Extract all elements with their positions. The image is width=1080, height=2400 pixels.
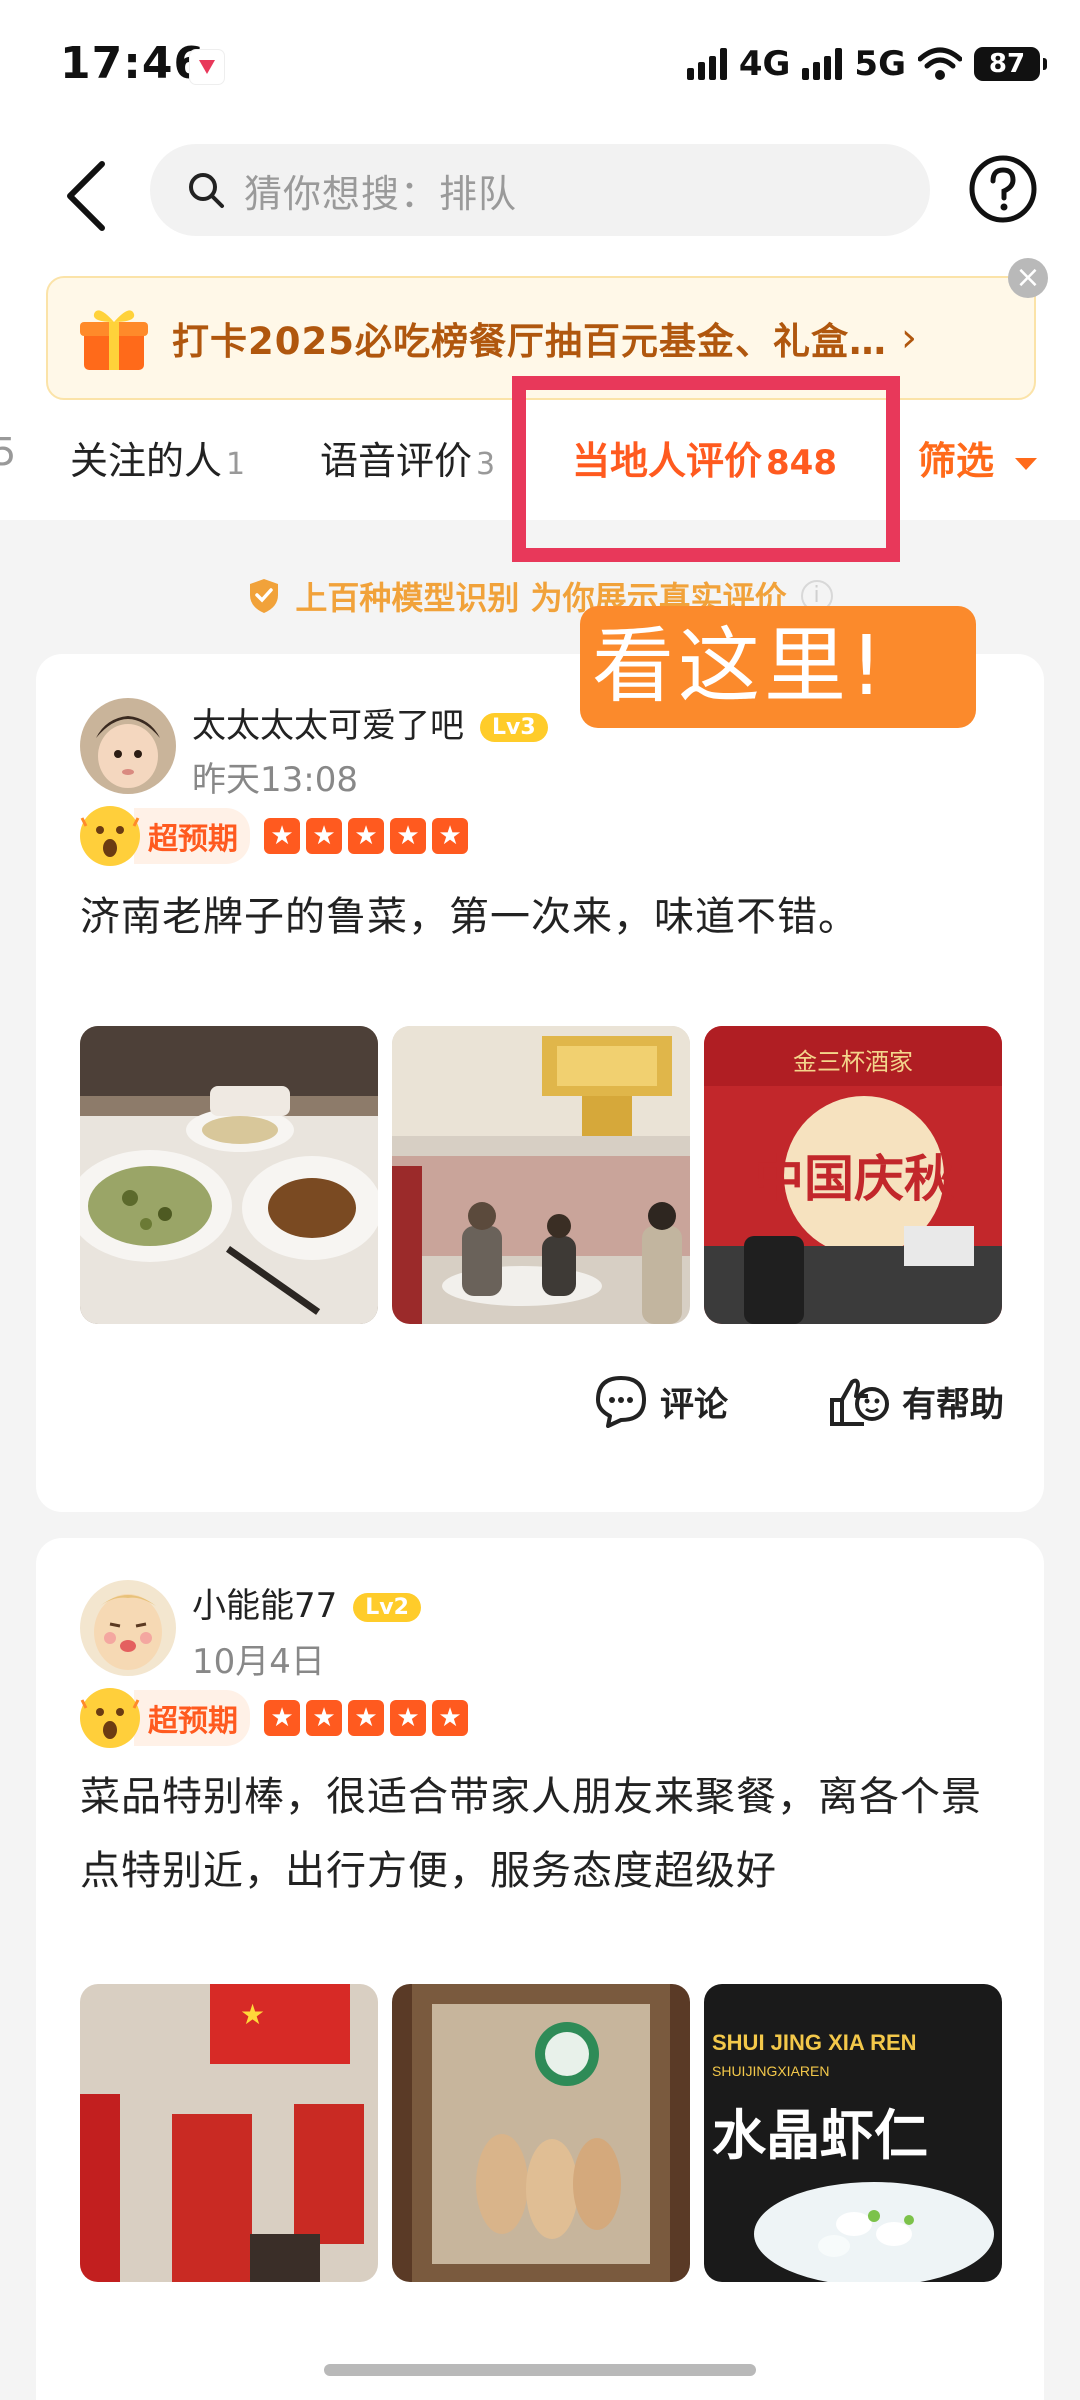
tab-label: 语音评价	[320, 439, 473, 483]
rating-row: 超预期 ★ ★ ★ ★ ★	[80, 1688, 468, 1748]
review-photo-banner[interactable]: 金三杯酒家 中国庆秋	[704, 1026, 1002, 1324]
username[interactable]: 太太太太可爱了吧 Lv3	[192, 698, 548, 747]
poster-dish-name: 水晶虾仁	[712, 2106, 928, 2166]
review-photo-wall[interactable]: ★	[80, 1984, 378, 2282]
star-icon: ★	[264, 818, 300, 854]
battery-level: 87	[988, 49, 1026, 79]
username[interactable]: 小能能77 Lv2	[192, 1578, 421, 1627]
network-5g: 5G	[854, 44, 906, 84]
promo-close-button[interactable]: ×	[1008, 258, 1048, 298]
review-photo-food[interactable]	[80, 1026, 378, 1324]
avatar[interactable]	[80, 1580, 176, 1676]
review-actions: 评论 有帮助	[594, 1374, 1004, 1428]
review-content[interactable]: 济南老牌子的鲁菜，第一次来，味道不错。	[80, 880, 1010, 954]
star-icon: ★	[390, 1700, 426, 1736]
review-photo-dish-poster[interactable]: SHUI JING XIA REN SHUIJINGXIAREN 水晶虾仁	[704, 1984, 1002, 2282]
signal-icon-2	[802, 48, 843, 80]
star-icon: ★	[432, 1700, 468, 1736]
review-content[interactable]: 菜品特别棒，很适合带家人朋友来聚餐，离各个景点特别近，出行方便，服务态度超级好	[80, 1760, 1010, 1908]
surprised-emoji-icon	[80, 806, 140, 866]
level-badge: Lv3	[480, 713, 548, 742]
helpful-label: 有帮助	[902, 1384, 1004, 1425]
tab-following[interactable]: 关注的人 1	[70, 430, 245, 485]
poster-english-text: SHUI JING XIA REN	[712, 2030, 917, 2055]
status-bar: 17:46 4G 5G 87	[0, 0, 1080, 130]
review-date: 昨天13:08	[192, 760, 358, 800]
search-header: 猜你想搜：排队	[0, 130, 1080, 260]
promo-text: 打卡2025必吃榜餐厅抽百元基金、礼盒…	[172, 320, 887, 363]
search-placeholder: 猜你想搜：排队	[244, 171, 518, 216]
star-icon: ★	[306, 818, 342, 854]
wifi-icon	[918, 47, 962, 80]
comment-button[interactable]: 评论	[594, 1374, 728, 1428]
tab-label: 关注的人	[70, 439, 223, 483]
experience-badge: 超预期	[134, 1690, 250, 1746]
star-icon: ★	[348, 1700, 384, 1736]
surprised-emoji-icon	[80, 1688, 140, 1748]
gift-icon	[80, 310, 148, 370]
home-indicator[interactable]	[324, 2364, 756, 2376]
tab-count: 1	[226, 447, 246, 482]
comment-label: 评论	[660, 1384, 728, 1425]
help-icon[interactable]	[968, 154, 1038, 224]
experience-badge: 超预期	[134, 808, 250, 864]
dropdown-arrow-icon	[1015, 457, 1038, 470]
review-card[interactable]: 太太太太可爱了吧 Lv3 昨天13:08 超预期 ★ ★ ★ ★ ★ 济南老牌子的鲁菜，第…	[36, 654, 1044, 1512]
search-bar[interactable]: 猜你想搜：排队	[150, 144, 930, 236]
status-time: 17:46	[60, 38, 206, 89]
star-icon: ★	[432, 818, 468, 854]
network-4g: 4G	[738, 44, 791, 84]
star-icon: ★	[264, 1700, 300, 1736]
filter-label: 筛选	[918, 439, 995, 483]
avatar[interactable]	[80, 698, 176, 794]
svg-text:★: ★	[240, 1998, 265, 2031]
username-text: 太太太太可爱了吧	[192, 706, 464, 746]
back-arrow-icon[interactable]	[58, 156, 118, 236]
review-photos: ★ SHUI JING XIA REN SHUIJINGXIAREN 水晶虾仁	[80, 1984, 1002, 2282]
annotation-highlight-box	[512, 376, 900, 562]
app-screen: 17:46 4G 5G 87 猜你想搜：排队 打卡2025必吃榜餐厅抽百元基金、…	[0, 0, 1080, 2400]
star-icon: ★	[348, 818, 384, 854]
chevron-right-icon: ›	[900, 315, 917, 361]
review-photos: 金三杯酒家 中国庆秋	[80, 1026, 1002, 1324]
battery-icon: 87	[974, 47, 1047, 81]
helpful-button[interactable]: 有帮助	[828, 1374, 1004, 1428]
star-icon: ★	[306, 1700, 342, 1736]
poster-pinyin-text: SHUIJINGXIAREN	[712, 2063, 829, 2079]
tab-voice-reviews[interactable]: 语音评价 3	[320, 430, 495, 485]
review-photo-dining-room[interactable]	[392, 1026, 690, 1324]
status-indicators: 4G 5G 87	[686, 44, 1047, 84]
thumbs-up-icon	[830, 1378, 889, 1426]
level-badge: Lv2	[353, 1593, 421, 1622]
search-icon	[189, 173, 224, 208]
tab-cut-off[interactable]: 5	[0, 430, 16, 474]
tab-count: 3	[476, 447, 496, 482]
annotation-callout: 看这里!	[580, 606, 976, 728]
shield-icon	[250, 579, 279, 613]
banner-main-text: 中国庆秋	[754, 1151, 954, 1207]
signal-icon	[686, 48, 727, 80]
review-photo-roast-duck[interactable]	[392, 1984, 690, 2282]
star-rating: ★ ★ ★ ★ ★	[264, 818, 468, 854]
username-text: 小能能77	[192, 1586, 338, 1626]
filter-button[interactable]: 筛选	[918, 430, 1039, 485]
banner-brand-text: 金三杯酒家	[793, 1049, 913, 1076]
rating-row: 超预期 ★ ★ ★ ★ ★	[80, 806, 468, 866]
review-card[interactable]: 小能能77 Lv2 10月4日 超预期 ★ ★ ★ ★ ★ 菜品特别棒，很适合带家人朋友来…	[36, 1538, 1044, 2400]
star-icon: ★	[390, 818, 426, 854]
comment-icon	[596, 1376, 646, 1428]
app-notification-icon	[190, 50, 224, 84]
star-rating: ★ ★ ★ ★ ★	[264, 1700, 468, 1736]
review-date: 10月4日	[192, 1642, 325, 1682]
